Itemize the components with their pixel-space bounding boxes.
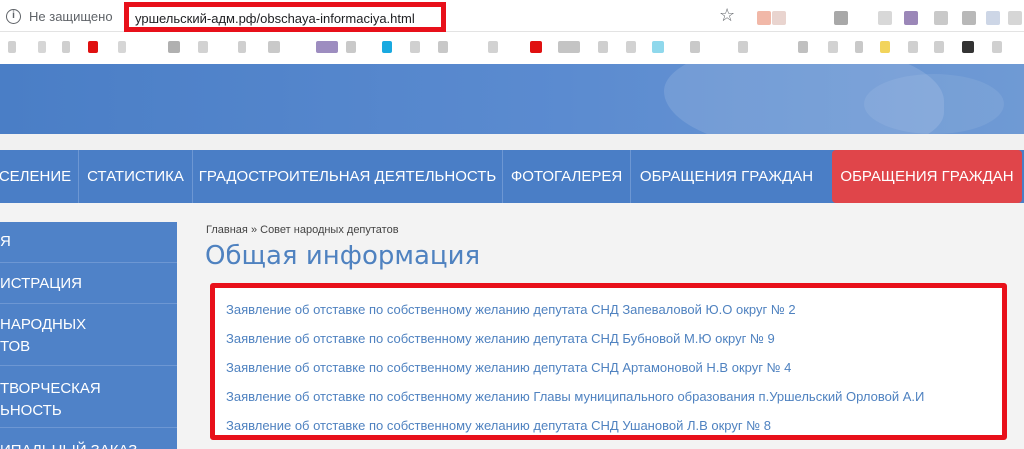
- nav-item-obrascheniya[interactable]: ОБРАЩЕНИЯ ГРАЖДАН: [630, 150, 822, 203]
- bookmark-icon[interactable]: [346, 41, 356, 53]
- bookmark-icon[interactable]: [855, 41, 863, 53]
- extension-icon[interactable]: [757, 11, 771, 25]
- bookmark-icon[interactable]: [652, 41, 664, 53]
- breadcrumb-current-link[interactable]: Совет народных депутатов: [260, 224, 398, 236]
- bookmark-icon[interactable]: [88, 41, 98, 53]
- sidebar-item-administraciya[interactable]: ИСТРАЦИЯ: [0, 263, 177, 304]
- bookmark-icon[interactable]: [934, 41, 944, 53]
- bookmark-icon[interactable]: [8, 41, 16, 53]
- breadcrumb-home-link[interactable]: Главная: [206, 224, 248, 236]
- bookmark-icon[interactable]: [410, 41, 420, 53]
- bookmark-icon[interactable]: [880, 41, 890, 53]
- security-indicator[interactable]: i Не защищено: [6, 6, 113, 26]
- document-link[interactable]: Заявление об отставке по собственному же…: [226, 418, 771, 433]
- documents-panel: Заявление об отставке по собственному же…: [210, 283, 1007, 440]
- bookmark-icon[interactable]: [992, 41, 1002, 53]
- page-title: Общая информация: [205, 241, 481, 271]
- sidebar-item-label: НАРОДНЫХ: [0, 316, 87, 333]
- bookmark-icon[interactable]: [268, 41, 280, 53]
- url-field[interactable]: уршельский-адм.рф/obschaya-informaciya.h…: [124, 2, 446, 32]
- bookmark-icon[interactable]: [118, 41, 126, 53]
- extension-icon[interactable]: [986, 11, 1000, 25]
- bookmark-icon[interactable]: [382, 41, 392, 53]
- nav-item-statistika[interactable]: СТАТИСТИКА: [78, 150, 192, 203]
- sidebar-item-label: ТОВ: [0, 338, 31, 355]
- main-navigation: СЕЛЕНИЕ СТАТИСТИКА ГРАДОСТРОИТЕЛЬНАЯ ДЕЯ…: [0, 150, 1024, 203]
- bookmark-icon[interactable]: [828, 41, 838, 53]
- bookmark-icon[interactable]: [598, 41, 608, 53]
- nav-item-obrascheniya-highlight[interactable]: ОБРАЩЕНИЯ ГРАЖДАН: [832, 150, 1022, 203]
- document-link[interactable]: Заявление об отставке по собственному же…: [226, 331, 775, 346]
- document-link[interactable]: Заявление об отставке по собственному же…: [226, 302, 796, 317]
- bookmarks-bar: [0, 33, 1024, 63]
- extension-icon[interactable]: [962, 11, 976, 25]
- extension-icon[interactable]: [904, 11, 918, 25]
- sidebar-item-sovet[interactable]: НАРОДНЫХ ТОВ: [0, 304, 177, 366]
- bookmark-icon[interactable]: [438, 41, 448, 53]
- document-link[interactable]: Заявление об отставке по собственному же…: [226, 389, 924, 404]
- sidebar-item-label: Я: [0, 233, 11, 250]
- map-decoration: [864, 74, 1004, 134]
- extension-icon[interactable]: [878, 11, 892, 25]
- nav-item-fotogalereya[interactable]: ФОТОГАЛЕРЕЯ: [502, 150, 630, 203]
- security-label: Не защищено: [29, 8, 113, 24]
- extension-icon[interactable]: [834, 11, 848, 25]
- nav-item-gradostroitelnaya[interactable]: ГРАДОСТРОИТЕЛЬНАЯ ДЕЯТЕЛЬНОСТЬ: [192, 150, 502, 203]
- bookmark-icon[interactable]: [38, 41, 46, 53]
- site-header-banner: [0, 64, 1024, 134]
- sidebar-item-label: ЬНОСТЬ: [0, 402, 62, 419]
- bookmark-icon[interactable]: [962, 41, 974, 53]
- sidebar-item-tvorcheskaya[interactable]: ТВОРЧЕСКАЯ ЬНОСТЬ: [0, 366, 177, 428]
- bookmark-star-icon[interactable]: ☆: [719, 5, 735, 25]
- extension-icon[interactable]: [1008, 11, 1022, 25]
- bookmark-icon[interactable]: [530, 41, 542, 53]
- extension-icon[interactable]: [934, 11, 948, 25]
- sidebar-item-zakaz[interactable]: ИПАЛЬНЫЙ ЗАКАЗ: [0, 428, 177, 449]
- sidebar-item-1[interactable]: Я: [0, 222, 177, 263]
- document-link[interactable]: Заявление об отставке по собственному же…: [226, 360, 791, 375]
- bookmark-icon[interactable]: [908, 41, 918, 53]
- bookmark-icon[interactable]: [238, 41, 246, 53]
- bookmark-icon[interactable]: [62, 41, 70, 53]
- sidebar-item-label: ИПАЛЬНЫЙ ЗАКАЗ: [0, 440, 177, 449]
- bookmark-icon[interactable]: [488, 41, 498, 53]
- bookmark-icon[interactable]: [316, 41, 338, 53]
- bookmark-icon[interactable]: [198, 41, 208, 53]
- bookmark-icon[interactable]: [798, 41, 808, 53]
- url-text: уршельский-адм.рф/obschaya-informaciya.h…: [135, 11, 415, 26]
- breadcrumb: Главная » Совет народных депутатов: [206, 224, 399, 236]
- extension-icon[interactable]: [772, 11, 786, 25]
- nav-item-naselenie[interactable]: СЕЛЕНИЕ: [0, 150, 78, 203]
- bookmark-icon[interactable]: [168, 41, 180, 53]
- browser-address-bar: i Не защищено уршельский-адм.рф/obschaya…: [0, 0, 1024, 32]
- sidebar-menu: Я ИСТРАЦИЯ НАРОДНЫХ ТОВ ТВОРЧЕСКАЯ ЬНОСТ…: [0, 222, 177, 449]
- bookmark-icon[interactable]: [626, 41, 636, 53]
- sidebar-item-label: ИСТРАЦИЯ: [0, 275, 82, 292]
- bookmark-icon[interactable]: [690, 41, 700, 53]
- bookmark-icon[interactable]: [558, 41, 580, 53]
- header-separator: [0, 134, 1024, 150]
- info-icon: i: [6, 8, 21, 24]
- breadcrumb-separator: »: [250, 224, 258, 236]
- bookmark-icon[interactable]: [738, 41, 748, 53]
- sidebar-item-label: ТВОРЧЕСКАЯ: [0, 380, 101, 397]
